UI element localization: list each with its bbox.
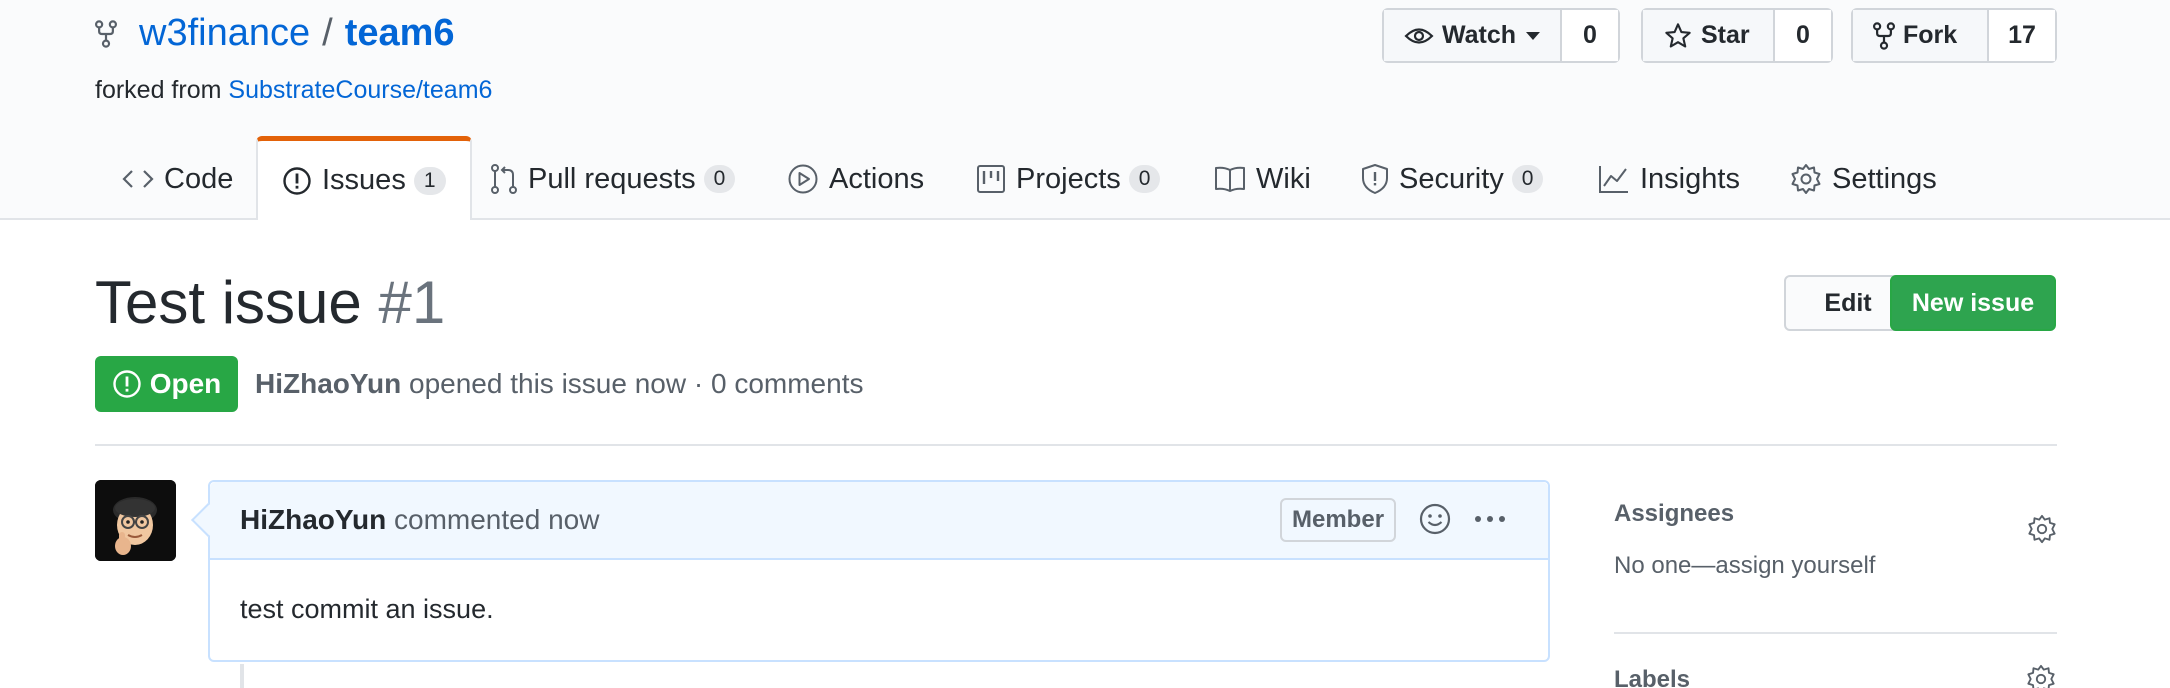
book-icon <box>1215 166 1245 192</box>
tab-code[interactable]: Code <box>122 138 233 220</box>
tab-security-count: 0 <box>1511 165 1544 193</box>
tab-actions-label: Actions <box>829 162 925 195</box>
tab-projects-label: Projects <box>1016 162 1121 195</box>
shield-icon <box>1362 164 1388 194</box>
forked-from: forked from SubstrateCourse/team6 <box>95 76 492 105</box>
tab-projects[interactable]: Projects 0 <box>976 138 1161 220</box>
repo-owner-link[interactable]: w3finance <box>139 12 310 55</box>
tab-pull-requests-count: 0 <box>703 165 736 193</box>
comment-options-button[interactable] <box>1472 502 1508 541</box>
avatar-memoji-icon <box>95 480 176 561</box>
avatar[interactable] <box>95 480 176 561</box>
code-icon <box>122 170 154 188</box>
issue-title: Test issue #1 <box>95 268 445 337</box>
tab-actions[interactable]: Actions <box>787 138 924 220</box>
star-count[interactable]: 0 <box>1775 10 1831 61</box>
assignees-heading: Assignees <box>1614 500 1735 527</box>
star-button[interactable]: Star <box>1643 10 1775 61</box>
tab-issues-count: 1 <box>413 166 446 195</box>
eye-icon <box>1404 27 1434 44</box>
comment-body: test commit an issue. <box>240 594 494 624</box>
tab-settings-label: Settings <box>1832 162 1937 195</box>
git-pull-request-icon <box>491 164 517 194</box>
repo-forked-icon <box>95 19 117 48</box>
issue-meta-text: opened this issue now · 0 comments <box>409 368 864 399</box>
repo-title: w3finance / team6 <box>95 12 455 55</box>
star-icon <box>1665 22 1691 48</box>
comment-box: HiZhaoYun commented now Member test comm… <box>191 480 1550 662</box>
tab-wiki-label: Wiki <box>1256 162 1311 195</box>
tab-issues-label: Issues <box>322 164 406 196</box>
forked-from-link[interactable]: SubstrateCourse/team6 <box>228 76 492 104</box>
triangle-down-icon <box>1526 31 1540 40</box>
star-button-group: Star 0 <box>1641 8 1833 63</box>
tab-insights[interactable]: Insights <box>1598 138 1740 220</box>
repo-name-link[interactable]: team6 <box>345 12 455 55</box>
fork-label: Fork <box>1903 21 1958 49</box>
watch-count[interactable]: 0 <box>1562 10 1618 61</box>
gear-icon <box>2028 514 2056 544</box>
issue-title-text: Test issue <box>95 269 362 336</box>
tab-settings[interactable]: Settings <box>1790 138 1937 220</box>
kebab-horizontal-icon <box>1475 516 1505 522</box>
repo-separator: / <box>322 12 333 54</box>
tab-projects-count: 0 <box>1128 165 1161 193</box>
gear-icon <box>1791 164 1821 194</box>
tab-security-label: Security <box>1399 162 1504 195</box>
sidebar: Assignees No one—assign yourself <box>1614 500 2057 580</box>
comment-header: HiZhaoYun commented now Member <box>210 482 1548 560</box>
labels-heading: Labels <box>1614 666 1691 688</box>
tab-insights-label: Insights <box>1640 162 1740 195</box>
tab-pull-requests[interactable]: Pull requests 0 <box>490 138 736 220</box>
repo-forked-icon <box>1873 21 1895 50</box>
gear-icon <box>2027 664 2055 688</box>
comment-action-text: commented now <box>394 504 600 535</box>
sidebar-divider <box>1614 632 2057 634</box>
issue-meta: HiZhaoYun opened this issue now · 0 comm… <box>255 368 863 400</box>
fork-button[interactable]: Fork <box>1853 10 1989 61</box>
watch-button[interactable]: Watch <box>1384 10 1562 61</box>
comment-author-link[interactable]: HiZhaoYun <box>240 504 386 535</box>
issue-state-label: Open <box>149 368 222 399</box>
issue-opened-icon <box>283 166 311 195</box>
issue-opened-icon <box>113 370 141 398</box>
project-icon <box>977 165 1005 193</box>
assignees-gear-button[interactable] <box>2027 514 2057 549</box>
watch-button-group: Watch 0 <box>1382 8 1620 63</box>
tab-code-label: Code <box>164 162 234 195</box>
fork-button-group: Fork 17 <box>1851 8 2057 63</box>
issue-state-badge: Open <box>95 356 238 412</box>
sidebar-assignees: Assignees No one—assign yourself <box>1614 500 2057 580</box>
star-label: Star <box>1701 21 1750 49</box>
new-issue-button[interactable]: New issue <box>1890 275 2056 331</box>
labels-gear-button[interactable] <box>2026 664 2056 688</box>
tab-security[interactable]: Security 0 <box>1361 138 1544 220</box>
repo-nav-tabs: Code Issues 1 Pull requests 0 Actions Pr… <box>0 136 2170 220</box>
assign-yourself-link[interactable]: No one—assign yourself <box>1614 552 2057 580</box>
fork-count[interactable]: 17 <box>1989 10 2055 61</box>
tab-issues[interactable]: Issues 1 <box>256 136 472 220</box>
play-icon <box>788 164 818 194</box>
add-reaction-button[interactable] <box>1418 502 1452 541</box>
member-badge: Member <box>1280 498 1397 542</box>
tab-pull-requests-label: Pull requests <box>528 162 696 195</box>
issue-number: #1 <box>378 269 446 336</box>
smiley-icon <box>1419 503 1451 535</box>
issue-author-link[interactable]: HiZhaoYun <box>255 368 401 399</box>
tab-wiki[interactable]: Wiki <box>1214 138 1311 220</box>
timeline-line <box>240 664 244 688</box>
graph-icon <box>1599 166 1628 193</box>
comment-meta: HiZhaoYun commented now <box>240 504 599 536</box>
header-divider <box>95 444 2057 446</box>
repo-header: w3finance / team6 forked from SubstrateC… <box>0 0 2170 220</box>
watch-label: Watch <box>1441 21 1517 49</box>
forked-prefix: forked from <box>95 76 222 104</box>
